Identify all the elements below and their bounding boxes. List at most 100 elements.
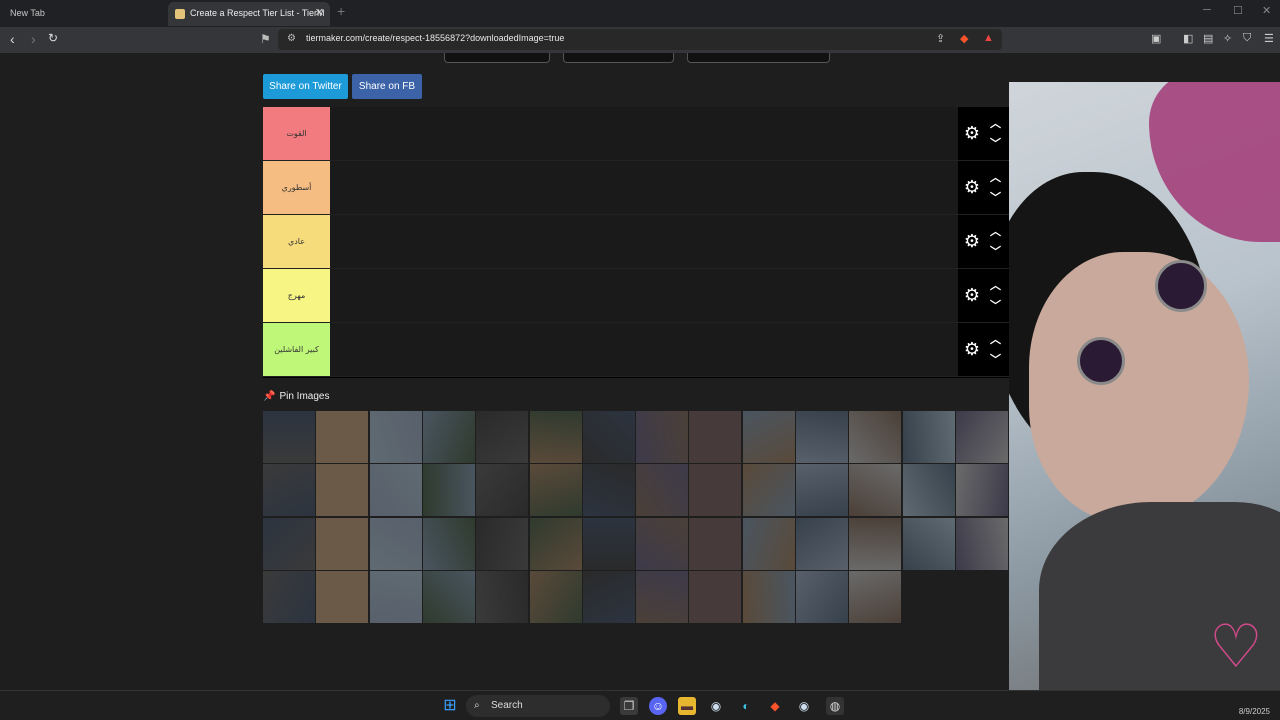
tier-drop-zone[interactable] bbox=[330, 269, 958, 322]
pool-image[interactable] bbox=[742, 464, 795, 517]
pool-image[interactable] bbox=[955, 464, 1008, 517]
pool-image[interactable] bbox=[742, 570, 795, 623]
address-bar[interactable]: ⚙ tiermaker.com/create/respect-18556872?… bbox=[278, 29, 1002, 50]
pool-image[interactable] bbox=[422, 517, 475, 570]
tier-label[interactable]: عادي bbox=[263, 215, 330, 268]
pool-image[interactable] bbox=[316, 411, 369, 463]
pool-image[interactable] bbox=[902, 464, 955, 517]
pool-image[interactable] bbox=[636, 411, 689, 463]
discord-icon[interactable]: ☺ bbox=[649, 697, 667, 715]
move-down-icon[interactable]: ﹀ bbox=[990, 189, 1001, 205]
pool-image[interactable] bbox=[263, 570, 315, 623]
pool-image[interactable] bbox=[955, 517, 1008, 570]
pool-image[interactable] bbox=[689, 464, 742, 517]
pool-image[interactable] bbox=[582, 517, 635, 570]
gear-icon[interactable]: ⚙ bbox=[962, 231, 982, 251]
pool-image[interactable] bbox=[263, 464, 315, 517]
gear-icon[interactable]: ⚙ bbox=[962, 339, 982, 359]
pool-image[interactable] bbox=[529, 570, 582, 623]
pool-image[interactable] bbox=[796, 570, 848, 623]
top-button[interactable] bbox=[687, 53, 830, 63]
leo-ai-icon[interactable]: ✧ bbox=[1223, 32, 1232, 45]
steam-icon[interactable]: ◉ bbox=[795, 697, 813, 715]
obs-icon[interactable]: ◍ bbox=[826, 697, 844, 715]
pool-image[interactable] bbox=[422, 570, 475, 623]
pin-images-toggle[interactable]: 📌 Pin Images bbox=[263, 391, 329, 402]
brave-shields-icon[interactable]: ◆ bbox=[960, 32, 968, 45]
pool-image[interactable] bbox=[849, 464, 902, 517]
move-up-icon[interactable]: ︿ bbox=[990, 223, 1001, 239]
move-up-icon[interactable]: ︿ bbox=[990, 331, 1001, 347]
menu-icon[interactable]: ☰ bbox=[1264, 32, 1274, 45]
wallet-icon[interactable]: ▤ bbox=[1203, 32, 1213, 45]
pool-image[interactable] bbox=[902, 517, 955, 570]
move-up-icon[interactable]: ︿ bbox=[990, 169, 1001, 185]
windows-start-icon[interactable]: ⊞ bbox=[441, 697, 459, 715]
pool-image[interactable] bbox=[796, 464, 848, 517]
pool-image[interactable] bbox=[636, 464, 689, 517]
pool-image[interactable] bbox=[369, 570, 422, 623]
tier-label[interactable]: مهرج bbox=[263, 269, 330, 322]
tier-drop-zone[interactable] bbox=[330, 161, 958, 214]
pool-image[interactable] bbox=[689, 517, 742, 570]
pool-image[interactable] bbox=[636, 570, 689, 623]
gear-icon[interactable]: ⚙ bbox=[962, 123, 982, 143]
share-icon[interactable]: ⇪ bbox=[936, 32, 945, 45]
move-down-icon[interactable]: ﹀ bbox=[990, 351, 1001, 367]
tier-label[interactable]: القوت bbox=[263, 107, 330, 160]
pool-image[interactable] bbox=[582, 570, 635, 623]
pool-image[interactable] bbox=[742, 411, 795, 463]
pool-image[interactable] bbox=[476, 464, 529, 517]
pool-image[interactable] bbox=[422, 464, 475, 517]
sidebar-icon[interactable]: ◧ bbox=[1183, 32, 1193, 45]
maximize-icon[interactable]: ☐ bbox=[1233, 4, 1243, 17]
pool-image[interactable] bbox=[529, 464, 582, 517]
back-icon[interactable]: ‹ bbox=[10, 31, 15, 47]
pool-image[interactable] bbox=[689, 570, 742, 623]
pool-image[interactable] bbox=[369, 411, 422, 463]
pool-image[interactable] bbox=[316, 570, 369, 623]
file-explorer-icon[interactable]: ▬ bbox=[678, 697, 696, 715]
pool-image[interactable] bbox=[849, 570, 902, 623]
pool-image[interactable] bbox=[529, 517, 582, 570]
pool-image[interactable] bbox=[796, 411, 848, 463]
pool-image[interactable] bbox=[582, 464, 635, 517]
pool-image[interactable] bbox=[902, 411, 955, 463]
tier-label[interactable]: أسطوري bbox=[263, 161, 330, 214]
taskbar-search[interactable]: ⌕ Search bbox=[466, 695, 610, 717]
tier-label[interactable]: كبير الفاشلين bbox=[263, 323, 330, 376]
pool-image[interactable] bbox=[263, 517, 315, 570]
edge-icon[interactable]: ◐ bbox=[737, 697, 755, 715]
move-down-icon[interactable]: ﹀ bbox=[990, 243, 1001, 259]
pool-image[interactable] bbox=[955, 411, 1008, 463]
pool-image[interactable] bbox=[529, 411, 582, 463]
pool-image[interactable] bbox=[636, 517, 689, 570]
top-button[interactable] bbox=[563, 53, 674, 63]
pool-image[interactable] bbox=[369, 517, 422, 570]
gear-icon[interactable]: ⚙ bbox=[962, 177, 982, 197]
pool-image[interactable] bbox=[369, 464, 422, 517]
share-fb-button[interactable]: Share on FB bbox=[352, 74, 422, 99]
pool-image[interactable] bbox=[476, 570, 529, 623]
move-down-icon[interactable]: ﹀ bbox=[990, 297, 1001, 313]
site-info-icon[interactable]: ⚙ bbox=[287, 33, 296, 44]
close-tab-icon[interactable]: ✕ bbox=[315, 2, 324, 24]
tab-search-icon[interactable]: ▣ bbox=[1151, 32, 1161, 45]
gear-icon[interactable]: ⚙ bbox=[962, 285, 982, 305]
new-tab-icon[interactable]: + bbox=[337, 3, 345, 19]
forward-icon[interactable]: › bbox=[31, 31, 36, 47]
pool-image[interactable] bbox=[849, 411, 902, 463]
tab-tier-list[interactable]: Create a Respect Tier List - TierM ✕ bbox=[168, 2, 330, 26]
pool-image[interactable] bbox=[742, 517, 795, 570]
move-up-icon[interactable]: ︿ bbox=[990, 115, 1001, 131]
bookmark-icon[interactable]: ⚑ bbox=[260, 32, 271, 46]
pool-image[interactable] bbox=[849, 517, 902, 570]
pool-image[interactable] bbox=[796, 517, 848, 570]
top-button[interactable] bbox=[444, 53, 550, 63]
pool-image[interactable] bbox=[476, 411, 529, 463]
pool-image[interactable] bbox=[476, 517, 529, 570]
pool-image[interactable] bbox=[316, 464, 369, 517]
close-window-icon[interactable]: ✕ bbox=[1262, 4, 1271, 17]
share-twitter-button[interactable]: Share on Twitter bbox=[263, 74, 348, 99]
minimize-icon[interactable]: ─ bbox=[1203, 4, 1211, 16]
